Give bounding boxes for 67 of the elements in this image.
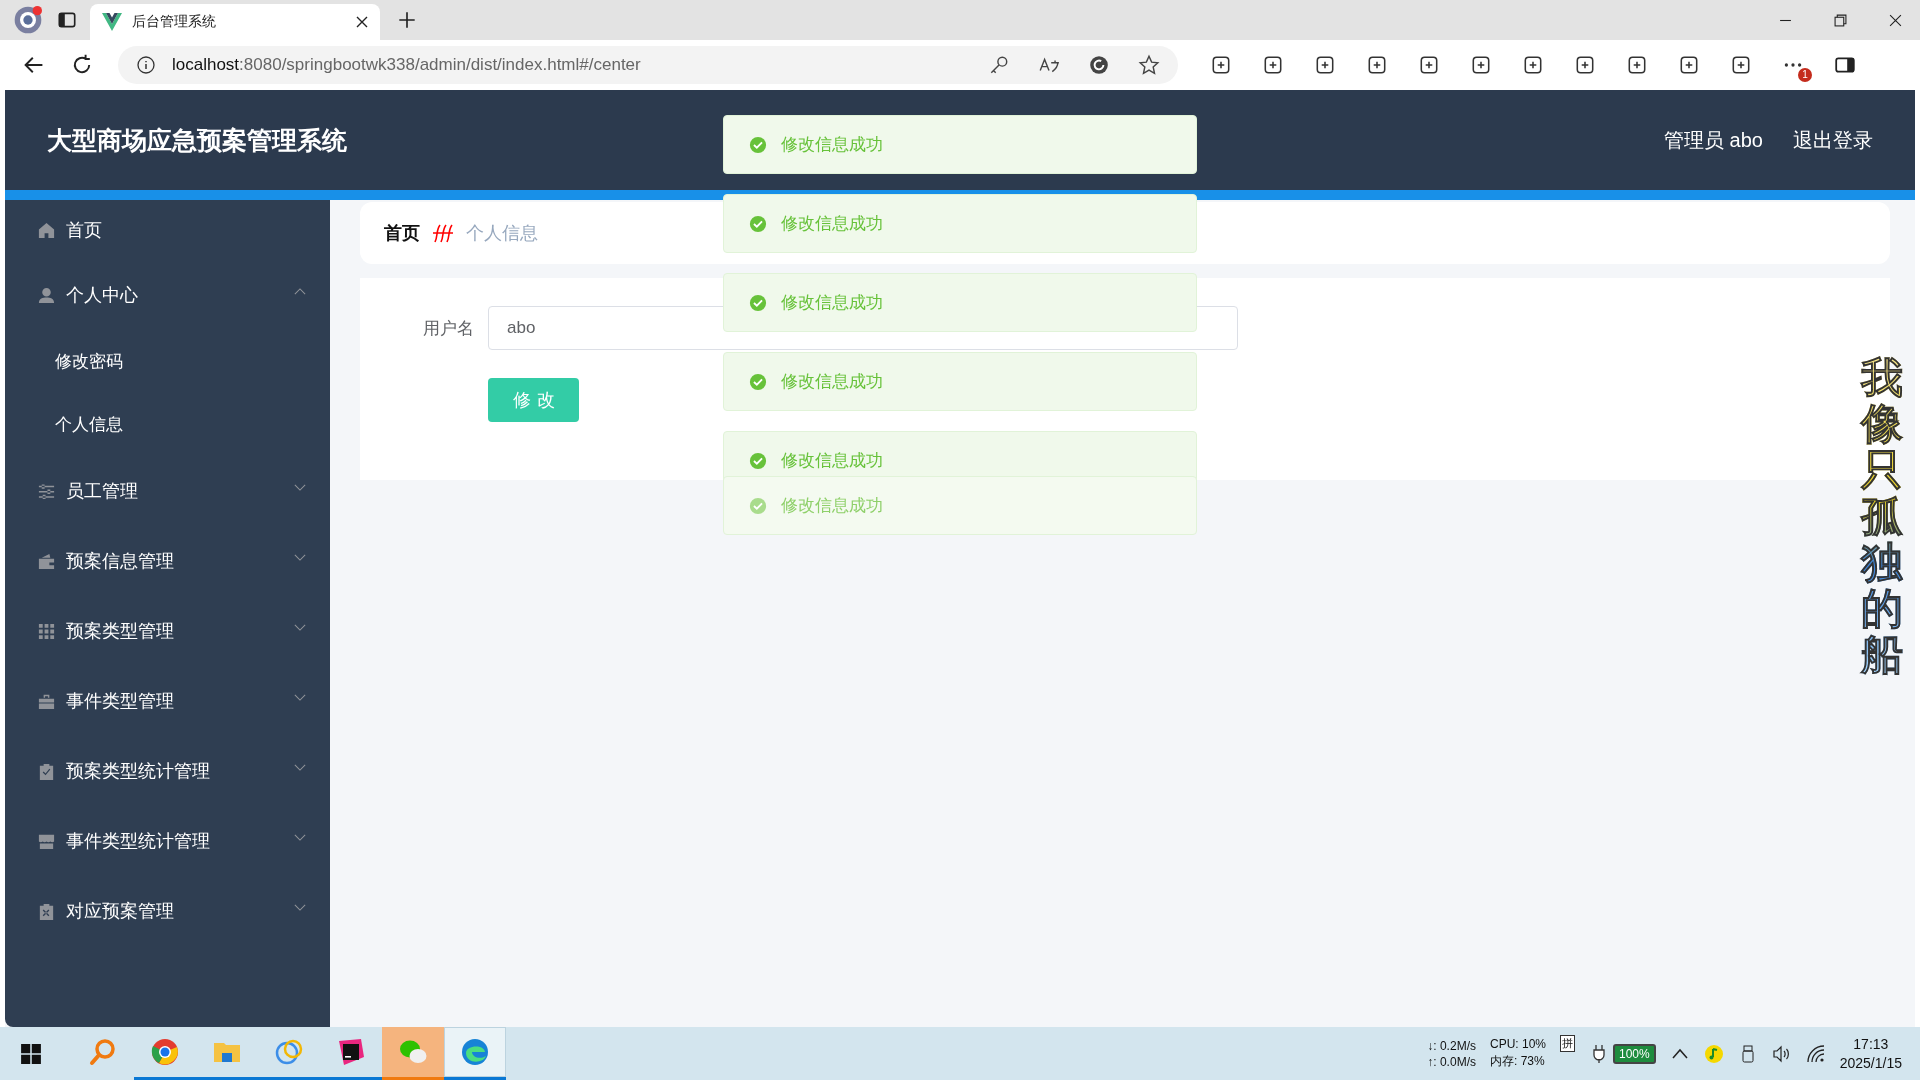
home-icon	[37, 220, 56, 240]
check-circle-icon	[749, 135, 767, 154]
edge-logo	[460, 1037, 490, 1067]
check-circle-icon	[749, 372, 767, 391]
app-title: 大型商场应急预案管理系统	[47, 124, 347, 156]
toast-message: 修改信息成功	[781, 292, 883, 314]
user-name: 管理员 abo	[1664, 127, 1763, 153]
toast-message: 修改信息成功	[781, 134, 883, 156]
input-method-indicator[interactable]: 拼	[1560, 1035, 1575, 1052]
memory-usage: 内存: 73%	[1489, 1053, 1546, 1070]
ij-logo	[336, 1037, 366, 1067]
wallet-icon	[37, 551, 56, 571]
refresh-icon[interactable]	[1088, 54, 1110, 76]
check-circle-icon	[749, 293, 767, 312]
logout-link[interactable]: 退出登录	[1793, 126, 1873, 154]
star-icon[interactable]	[1138, 54, 1160, 76]
clipboard-check-icon	[37, 761, 56, 781]
download-speed: ↓: 0.2M/s	[1427, 1038, 1476, 1053]
volume-icon[interactable]	[1771, 1043, 1792, 1064]
menu-item[interactable]: 事件类型统计管理	[5, 806, 330, 876]
magnifier-icon	[88, 1037, 118, 1067]
check-circle-icon	[749, 496, 767, 515]
menu-item[interactable]: 预案类型统计管理	[5, 736, 330, 806]
breadcrumb-item[interactable]: 首页	[384, 221, 420, 245]
user-icon	[37, 285, 56, 305]
battery-indicator: 100%	[1613, 1043, 1656, 1064]
sliders-icon	[37, 481, 56, 501]
profile-icon[interactable]	[12, 4, 44, 36]
check-circle-icon	[749, 214, 767, 233]
menu-item[interactable]: 预案类型管理	[5, 596, 330, 666]
wifi-icon[interactable]	[1805, 1043, 1826, 1064]
cpu-usage: CPU: 10%	[1489, 1037, 1546, 1051]
grid-icon	[37, 621, 56, 641]
toast-message: 修改信息成功	[781, 450, 883, 472]
menu-item[interactable]: 首页	[5, 200, 330, 260]
rings-logo	[274, 1037, 304, 1067]
key-icon[interactable]	[988, 54, 1010, 76]
toast-message: 修改信息成功	[781, 495, 883, 517]
close-icon[interactable]	[356, 16, 368, 28]
check-circle-icon	[749, 451, 767, 470]
browser-tab[interactable]: 后台管理系统	[90, 4, 380, 40]
toast-message: 修改信息成功	[781, 213, 883, 235]
menu-item[interactable]: 对应预案管理	[5, 876, 330, 946]
toast-message: 修改信息成功	[781, 371, 883, 393]
v-logo-icon	[102, 13, 122, 31]
chrome-logo	[150, 1037, 180, 1067]
new-tab-icon[interactable]	[396, 9, 418, 31]
notification-badge: 1	[1798, 68, 1812, 82]
tab-title: 后台管理系统	[132, 13, 217, 31]
address-field[interactable]: localhost:8080/springbootwk338/admin/dist/index.html#/center	[118, 46, 1178, 84]
windows-start-icon[interactable]	[20, 1042, 42, 1065]
clipboard-x-icon	[37, 901, 56, 921]
url-text: localhost:8080/springbootwk338/admin/dist/index.html#/center	[172, 55, 641, 75]
info-icon	[136, 55, 156, 75]
restore-icon[interactable]	[1834, 13, 1847, 27]
submenu-item[interactable]: 修改密码	[5, 330, 330, 393]
music-note-icon[interactable]	[1703, 1043, 1724, 1064]
menu-item[interactable]: 个人中心	[5, 260, 330, 330]
squiggle-icon	[432, 222, 454, 244]
close-icon[interactable]	[1889, 13, 1902, 27]
field-label: 用户名	[422, 317, 474, 340]
submenu-item[interactable]: 个人信息	[5, 393, 330, 456]
clock[interactable]: 17:13 2025/1/15	[1839, 1036, 1902, 1071]
menu-item[interactable]: 预案信息管理	[5, 526, 330, 596]
menu-item[interactable]: 员工管理	[5, 456, 330, 526]
menu-item[interactable]: 事件类型管理	[5, 666, 330, 736]
upload-speed: ↑: 0.0M/s	[1427, 1054, 1476, 1069]
